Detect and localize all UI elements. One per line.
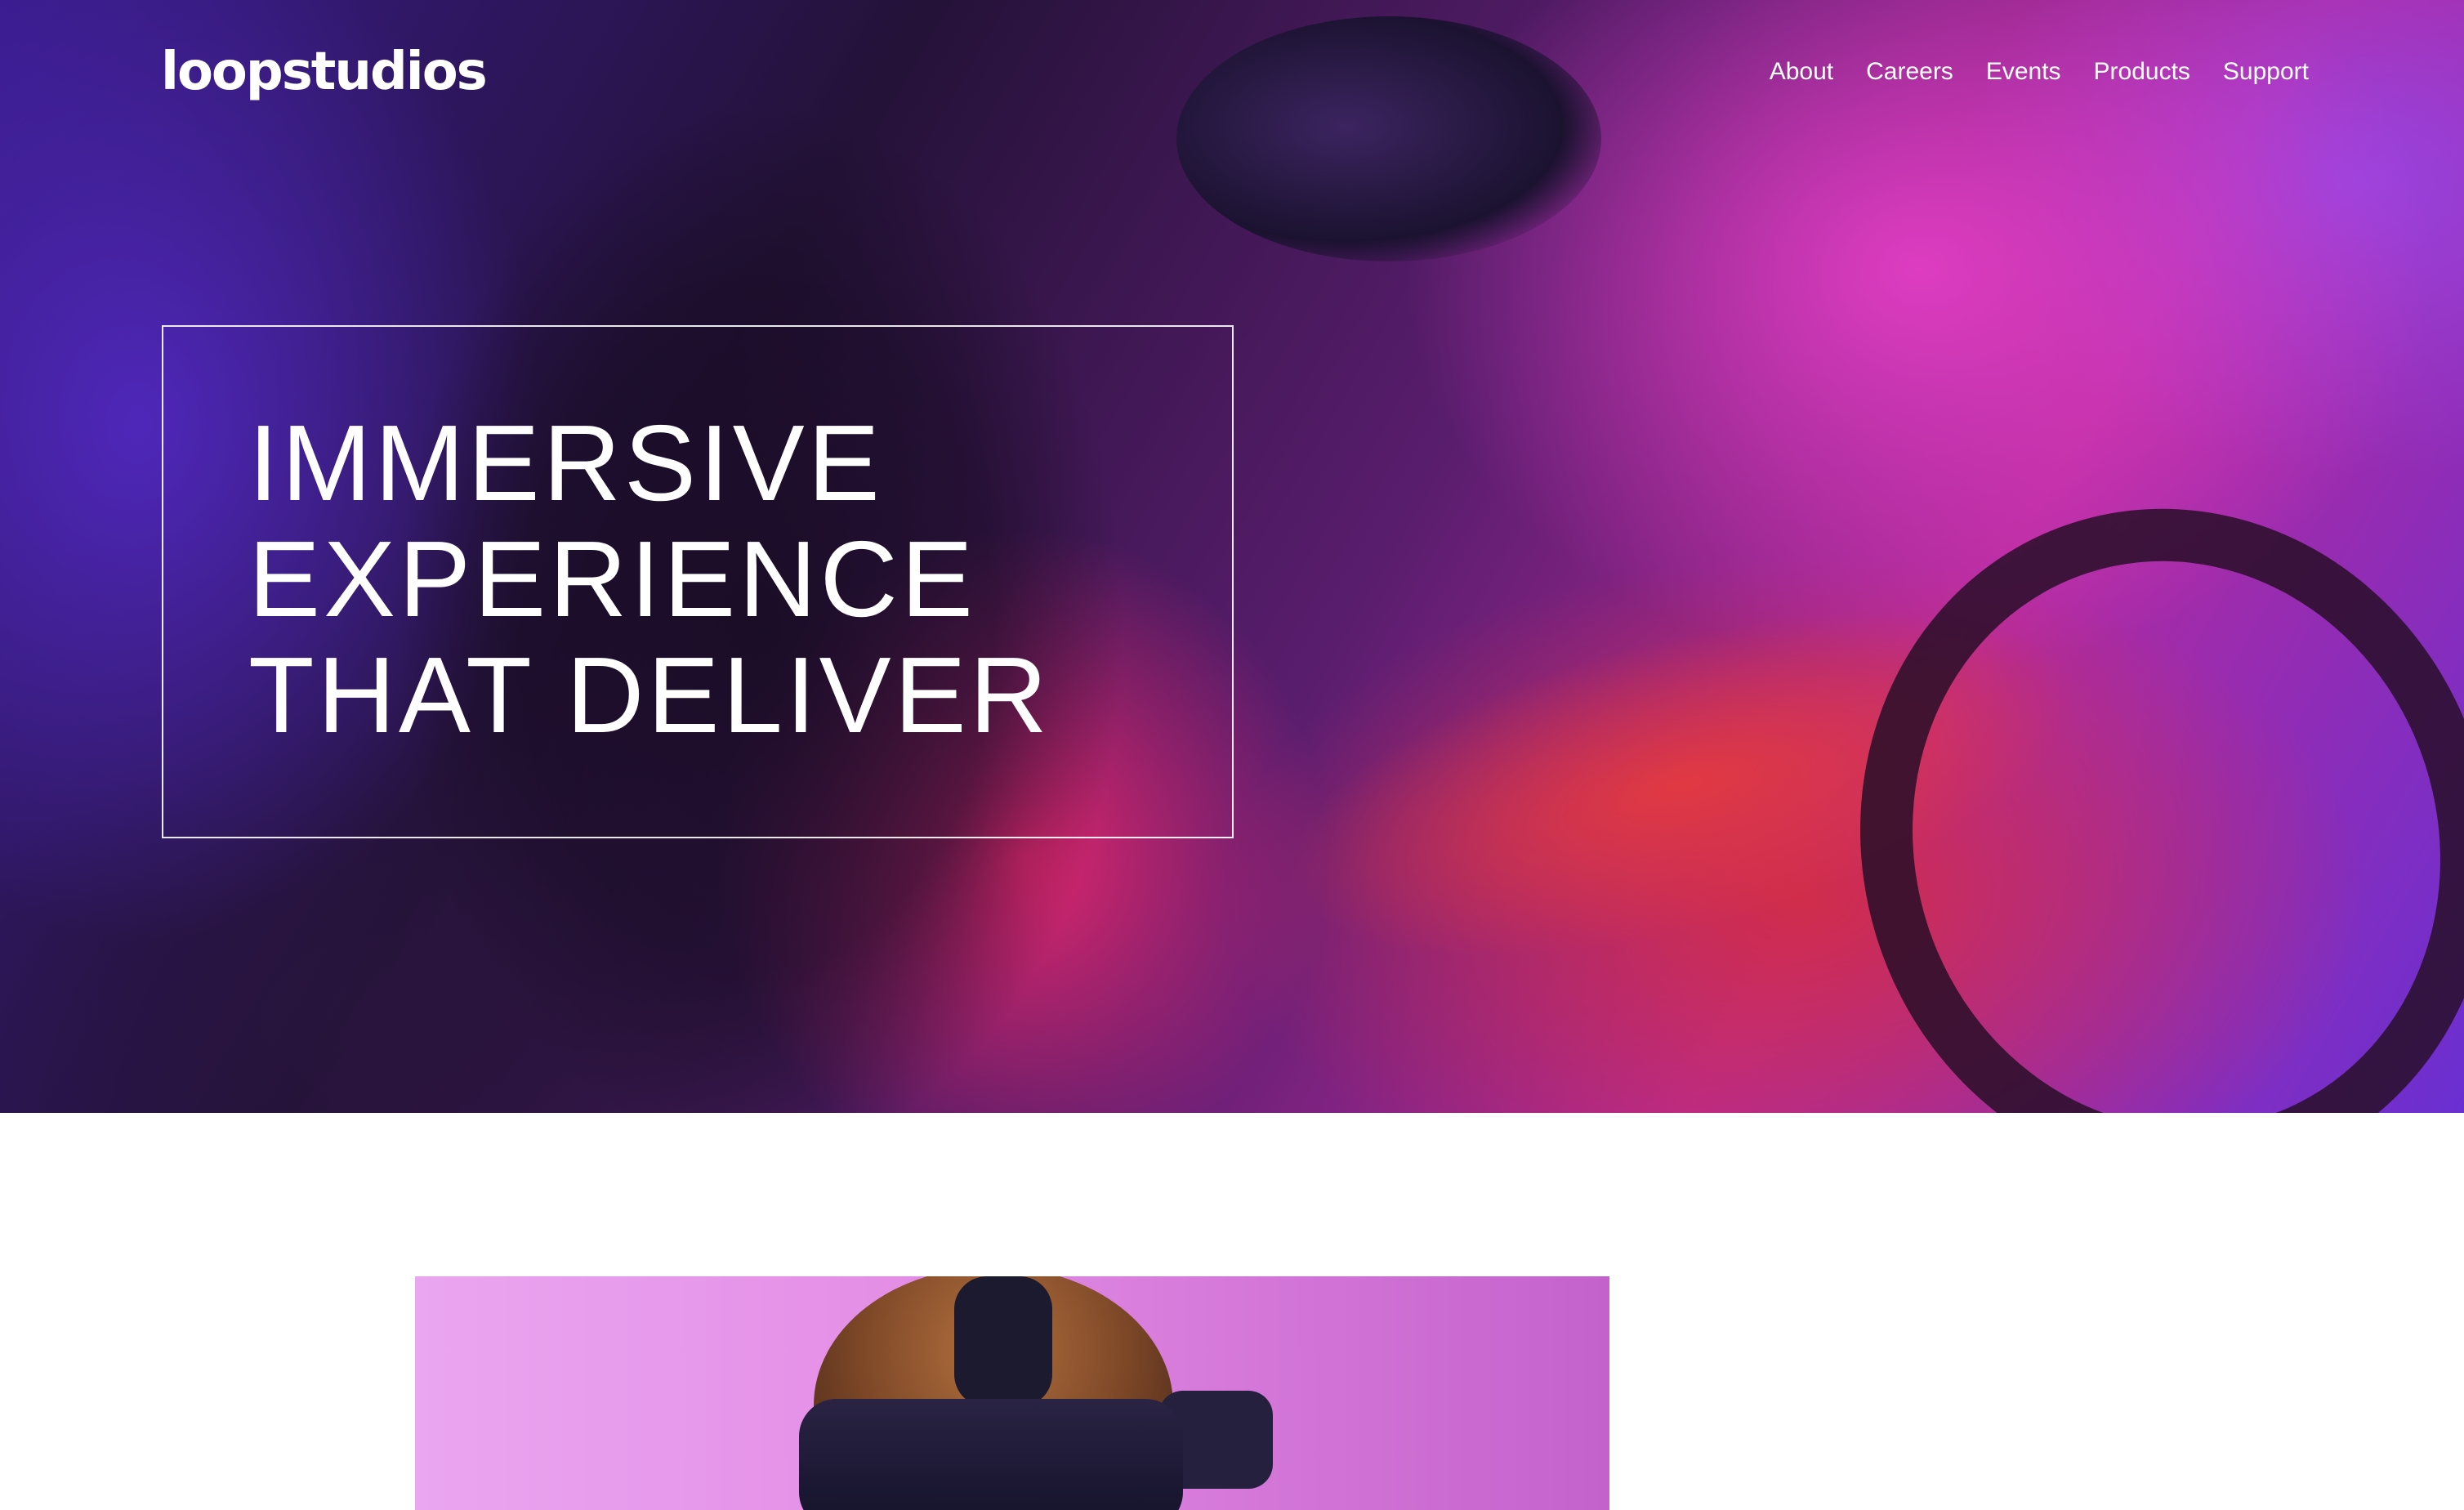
logo[interactable]: loopstudios: [161, 39, 488, 105]
feature-image-headset-strap: [954, 1276, 1052, 1407]
nav-item-about: About: [1770, 54, 1833, 90]
hero-headline-line-1: IMMERSIVE: [248, 403, 883, 523]
feature-image-vr-user: [415, 1276, 1609, 1510]
nav-link-careers[interactable]: Careers: [1866, 58, 1953, 85]
feature-image-headset: [799, 1399, 1183, 1510]
nav-link-events[interactable]: Events: [1986, 58, 2061, 85]
hero-image-vr-headset: [1176, 16, 1601, 261]
hero-section: loopstudios About Careers Events Product…: [0, 0, 2464, 1113]
nav-link-about[interactable]: About: [1770, 58, 1833, 85]
hero-headline: IMMERSIVE EXPERIENCE THAT DELIVER: [248, 405, 1051, 753]
page: loopstudios About Careers Events Product…: [0, 0, 2464, 1510]
nav-link-products[interactable]: Products: [2094, 58, 2190, 85]
nav-item-careers: Careers: [1866, 54, 1953, 90]
nav-item-events: Events: [1986, 54, 2061, 90]
nav-link-support[interactable]: Support: [2223, 58, 2309, 85]
hero-headline-line-2: EXPERIENCE: [248, 519, 976, 639]
main-nav: About Careers Events Products Support: [1770, 54, 2309, 90]
nav-item-support: Support: [2223, 54, 2309, 90]
hero-headline-box: IMMERSIVE EXPERIENCE THAT DELIVER: [162, 325, 1234, 838]
hero-image-steering-wheel: [1773, 426, 2464, 1113]
hero-headline-line-3: THAT DELIVER: [248, 635, 1051, 755]
nav-item-products: Products: [2094, 54, 2190, 90]
